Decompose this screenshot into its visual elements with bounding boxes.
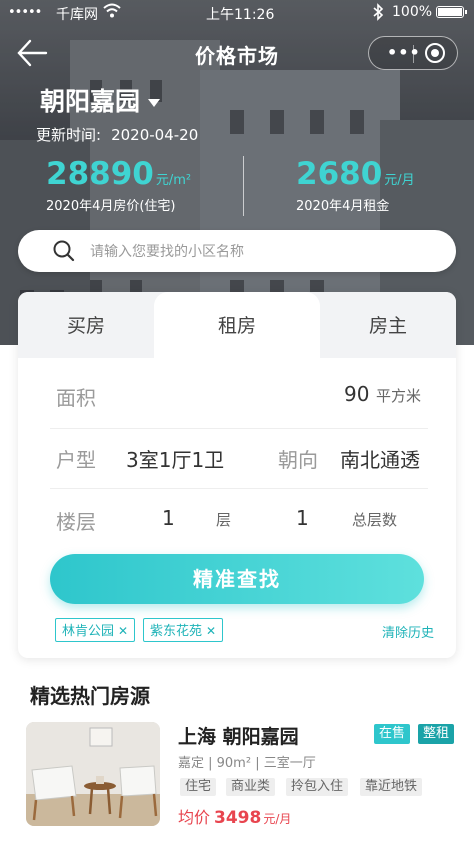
floor-value[interactable]: 1 <box>162 506 175 530</box>
house-price-unit: 元/m² <box>155 173 192 188</box>
total-floor-label: 总层数 <box>352 511 398 529</box>
price-label: 均价 <box>178 808 211 827</box>
remove-chip-icon[interactable]: ✕ <box>206 624 216 638</box>
status-badge: 在售 <box>374 724 411 744</box>
status-bar: ••••• 千库网 上午11:26 100% <box>0 0 474 26</box>
search-input[interactable] <box>88 238 432 266</box>
history-chip[interactable]: 林肯公园 ✕ <box>55 618 136 642</box>
listing-tag: 住宅 <box>180 778 217 796</box>
layout-label: 户型 <box>56 448 96 472</box>
bluetooth-icon <box>372 3 384 25</box>
house-price-value: 28890 <box>46 156 154 192</box>
history-chip-label: 紫东花苑 <box>150 624 203 639</box>
remove-chip-icon[interactable]: ✕ <box>118 624 128 638</box>
rent-metric: 2680 元/月 2020年4月租金 <box>296 156 415 214</box>
listing-tag: 商业类 <box>226 778 276 796</box>
total-floor-value[interactable]: 1 <box>296 506 309 530</box>
tab-rent[interactable]: 租房 <box>154 292 320 358</box>
filter-card: 买房 租房 房主 面积 90 平方米 户型 3室1厅1卫 朝向 南北通透 楼层 … <box>18 292 456 658</box>
search-icon <box>52 239 76 263</box>
search-bar[interactable] <box>18 230 456 272</box>
floor-label: 楼层 <box>56 510 96 534</box>
tab-owner[interactable]: 房主 <box>320 292 456 358</box>
orientation-value[interactable]: 南北通透 <box>340 444 420 473</box>
section-title: 精选热门房源 <box>30 684 150 708</box>
history-chip-label: 林肯公园 <box>62 624 115 639</box>
floor-unit: 层 <box>216 511 232 529</box>
listing-thumbnail <box>26 722 160 826</box>
carrier-name: 千库网 <box>56 7 98 23</box>
area-unit: 平方米 <box>376 387 422 405</box>
rent-unit: 元/月 <box>384 173 415 188</box>
mini-program-capsule: ••• <box>368 36 458 70</box>
rent-label: 2020年4月租金 <box>296 199 390 214</box>
search-submit-button[interactable]: 精准查找 <box>50 554 424 604</box>
capsule-divider <box>413 45 414 63</box>
status-time: 上午11:26 <box>206 7 275 23</box>
signal-icon: ••••• <box>8 5 42 20</box>
area-label: 面积 <box>56 386 96 410</box>
community-name: 朝阳嘉园 <box>40 87 141 116</box>
area-value[interactable]: 90 <box>344 382 369 406</box>
layout-row: 户型 3室1厅1卫 朝向 南北通透 <box>50 428 428 489</box>
update-date: 2020-04-20 <box>111 126 199 144</box>
status-badge: 整租 <box>418 724 455 744</box>
listing-price: 均价 3498 元/月 <box>178 804 291 828</box>
tab-bar: 买房 租房 房主 <box>18 292 456 358</box>
area-row[interactable]: 面积 90 平方米 <box>50 364 428 429</box>
house-price-metric: 28890 元/m² 2020年4月房价(住宅) <box>46 156 191 214</box>
community-selector[interactable]: 朝阳嘉园 <box>40 82 161 118</box>
update-time: 更新时间: 2020-04-20 <box>36 124 208 145</box>
listing-title: 上海 朝阳嘉园 <box>178 726 299 748</box>
listing-item[interactable]: 上海 朝阳嘉园 在售 整租 嘉定 | 90m² | 三室一厅 住宅 商业类 拎包… <box>26 722 456 828</box>
close-mini-program-button[interactable] <box>425 43 445 63</box>
history-chip[interactable]: 紫东花苑 ✕ <box>143 618 224 642</box>
battery-percent: 100% <box>392 4 433 20</box>
floor-row: 楼层 1 层 1 总层数 <box>50 488 428 548</box>
layout-value[interactable]: 3室1厅1卫 <box>126 444 224 473</box>
update-label: 更新时间: <box>36 126 102 144</box>
listing-tag: 拎包入住 <box>286 778 349 796</box>
listing-meta: 嘉定 | 90m² | 三室一厅 <box>178 756 316 771</box>
metric-divider <box>243 156 244 216</box>
more-menu-button[interactable]: ••• <box>387 43 421 62</box>
rent-value: 2680 <box>296 156 383 192</box>
battery-icon <box>436 6 467 18</box>
tab-buy[interactable]: 买房 <box>18 292 154 358</box>
clear-history-link[interactable]: 清除历史 <box>382 622 434 641</box>
price-value: 3498 <box>214 808 262 828</box>
caret-down-icon <box>148 99 161 107</box>
orientation-label: 朝向 <box>278 448 318 472</box>
listing-tag: 靠近地铁 <box>360 778 423 796</box>
house-price-label: 2020年4月房价(住宅) <box>46 199 176 214</box>
wifi-icon <box>103 3 121 23</box>
price-unit: 元/月 <box>263 812 292 826</box>
